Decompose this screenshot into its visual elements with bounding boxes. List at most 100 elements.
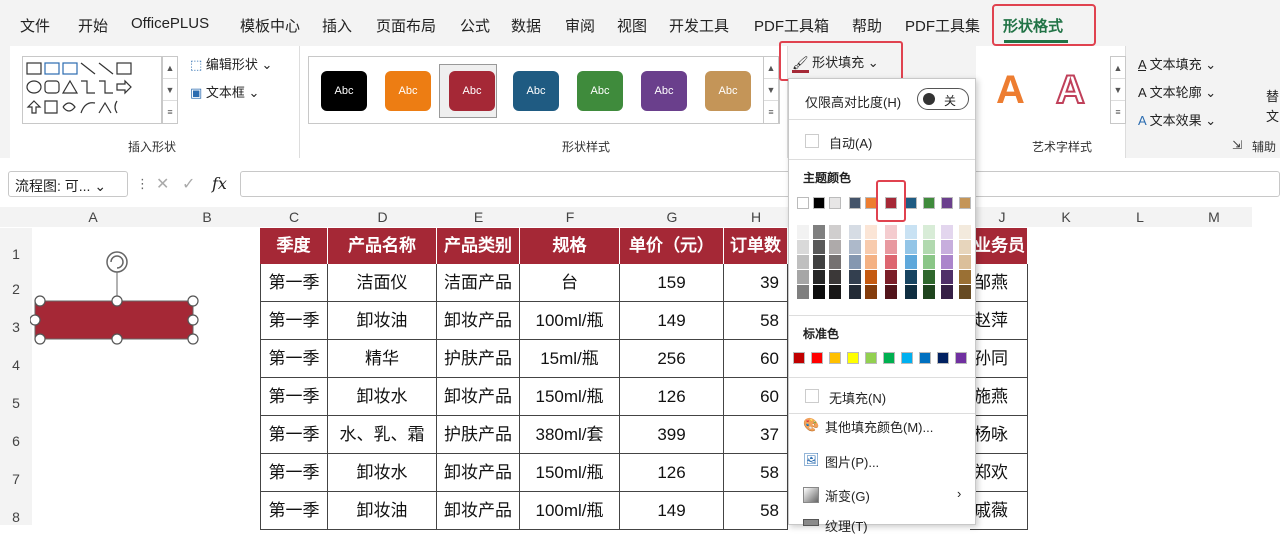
scroll-up-icon[interactable]: ▲ xyxy=(1111,57,1125,79)
table-cell[interactable]: 第一季 xyxy=(260,264,328,302)
table-cell[interactable]: 399 xyxy=(620,416,724,454)
name-box[interactable]: 流程图: 可... ⌄ xyxy=(8,171,128,197)
standard-color-swatch[interactable] xyxy=(883,352,895,364)
table-cell[interactable]: 159 xyxy=(620,264,724,302)
table-cell[interactable]: 第一季 xyxy=(260,302,328,340)
wordart-orange[interactable]: A xyxy=(996,68,1025,113)
table-cell[interactable]: 水、乳、霜 xyxy=(328,416,437,454)
table-cell[interactable]: 卸妆产品 xyxy=(437,492,520,530)
formula-input[interactable] xyxy=(240,171,1280,197)
menu-formulas[interactable]: 公式 xyxy=(460,15,490,36)
expand-icon[interactable]: ≡ xyxy=(1111,101,1125,123)
table-cell[interactable]: 58 xyxy=(724,454,788,492)
textbox-button[interactable]: ▣ 文本框 ⌄ xyxy=(190,82,259,101)
table-cell[interactable]: 149 xyxy=(620,302,724,340)
wordart-gallery-scroll[interactable]: ▲ ▼ ≡ xyxy=(1110,56,1126,124)
expand-icon[interactable]: ≡ xyxy=(764,101,778,123)
theme-color-swatch[interactable] xyxy=(797,197,809,209)
auto-color-item[interactable]: 自动(A) xyxy=(829,133,872,152)
shape-fill-button[interactable]: 🖌 形状填充 ⌄ xyxy=(792,52,879,73)
table-cell[interactable]: 126 xyxy=(620,454,724,492)
table-cell[interactable]: 护肤产品 xyxy=(437,340,520,378)
scroll-up-icon[interactable]: ▲ xyxy=(764,57,778,79)
standard-color-swatch[interactable] xyxy=(829,352,841,364)
table-cell[interactable]: 精华 xyxy=(328,340,437,378)
row-header-2[interactable]: 2 xyxy=(0,264,32,302)
dialog-launcher-icon[interactable]: ⇲ xyxy=(1232,138,1242,152)
theme-color-swatch[interactable] xyxy=(813,197,825,209)
col-header-a[interactable]: A xyxy=(32,207,154,227)
theme-color-swatch[interactable] xyxy=(959,197,971,209)
row-header-7[interactable]: 7 xyxy=(0,454,32,492)
edit-shape-button[interactable]: ⬚ 编辑形状 ⌄ xyxy=(190,54,272,73)
row-header-5[interactable]: 5 xyxy=(0,378,32,416)
theme-color-swatch[interactable] xyxy=(923,197,935,209)
col-header-k[interactable]: K xyxy=(1028,207,1104,227)
table-cell[interactable]: 洁面产品 xyxy=(437,264,520,302)
standard-color-swatch[interactable] xyxy=(865,352,877,364)
table-cell[interactable]: 58 xyxy=(724,492,788,530)
menu-view[interactable]: 视图 xyxy=(617,15,647,36)
menu-pdf-toolset[interactable]: PDF工具集 xyxy=(905,15,980,36)
table-cell[interactable]: 赵萍 xyxy=(970,302,1028,340)
menu-review[interactable]: 审阅 xyxy=(565,15,595,36)
table-cell[interactable]: 150ml/瓶 xyxy=(520,454,620,492)
theme-color-swatch[interactable] xyxy=(905,197,917,209)
theme-shades-grid[interactable] xyxy=(797,225,973,301)
table-cell[interactable]: 戚薇 xyxy=(970,492,1028,530)
scroll-down-icon[interactable]: ▼ xyxy=(764,79,778,101)
standard-color-swatch[interactable] xyxy=(847,352,859,364)
table-cell[interactable]: 100ml/瓶 xyxy=(520,302,620,340)
menu-pdf-toolbox[interactable]: PDF工具箱 xyxy=(754,15,829,36)
standard-color-swatch[interactable] xyxy=(937,352,949,364)
style-swatch-purple[interactable]: Abc xyxy=(641,71,687,111)
table-cell[interactable]: 126 xyxy=(620,378,724,416)
scroll-down-icon[interactable]: ▼ xyxy=(1111,79,1125,101)
table-cell[interactable]: 第一季 xyxy=(260,416,328,454)
style-swatch-green[interactable]: Abc xyxy=(577,71,623,111)
menu-shape-format[interactable]: 形状格式 xyxy=(1003,15,1063,36)
col-header-m[interactable]: M xyxy=(1176,207,1252,227)
table-cell[interactable]: 第一季 xyxy=(260,492,328,530)
table-cell[interactable]: 杨咏 xyxy=(970,416,1028,454)
flowchart-shape[interactable] xyxy=(34,300,194,340)
table-cell[interactable]: 39 xyxy=(724,264,788,302)
row-header-4[interactable]: 4 xyxy=(0,340,32,378)
style-swatch-blue[interactable]: Abc xyxy=(513,71,559,111)
shape-gallery[interactable] xyxy=(22,56,162,124)
table-cell[interactable]: 施燕 xyxy=(970,378,1028,416)
col-header-j[interactable]: J xyxy=(976,207,1028,227)
row-header-8[interactable]: 8 xyxy=(0,492,32,525)
standard-color-swatch[interactable] xyxy=(919,352,931,364)
standard-color-swatch[interactable] xyxy=(793,352,805,364)
cancel-icon[interactable]: ✕ xyxy=(156,174,169,194)
wordart-outline[interactable]: A xyxy=(1055,67,1086,113)
scroll-down-icon[interactable]: ▼ xyxy=(163,79,177,101)
select-all-corner[interactable] xyxy=(0,207,32,227)
style-swatch-black[interactable]: Abc xyxy=(321,71,367,111)
more-fill-colors-item[interactable]: 其他填充颜色(M)... xyxy=(825,417,933,436)
table-cell[interactable]: 卸妆产品 xyxy=(437,302,520,340)
menu-data[interactable]: 数据 xyxy=(511,15,541,36)
table-cell[interactable]: 孙同 xyxy=(970,340,1028,378)
table-cell[interactable]: 60 xyxy=(724,340,788,378)
table-cell[interactable]: 第一季 xyxy=(260,378,328,416)
table-cell[interactable]: 第一季 xyxy=(260,454,328,492)
high-contrast-toggle[interactable]: 关 xyxy=(917,88,969,110)
table-cell[interactable]: 15ml/瓶 xyxy=(520,340,620,378)
table-cell[interactable]: 58 xyxy=(724,302,788,340)
col-header-f[interactable]: F xyxy=(520,207,620,227)
col-header-l[interactable]: L xyxy=(1104,207,1176,227)
col-header-b[interactable]: B xyxy=(154,207,260,227)
row-header-3[interactable]: 3 xyxy=(0,302,32,340)
menu-insert[interactable]: 插入 xyxy=(322,15,352,36)
scroll-up-icon[interactable]: ▲ xyxy=(163,57,177,79)
standard-color-swatch[interactable] xyxy=(811,352,823,364)
theme-color-swatch[interactable] xyxy=(941,197,953,209)
header-quarter[interactable]: 季度 xyxy=(260,228,328,264)
table-cell[interactable]: 149 xyxy=(620,492,724,530)
table-cell[interactable]: 150ml/瓶 xyxy=(520,378,620,416)
style-gallery-scroll[interactable]: ▲ ▼ ≡ xyxy=(763,56,779,124)
standard-color-swatch[interactable] xyxy=(955,352,967,364)
style-swatch-gold[interactable]: Abc xyxy=(705,71,751,111)
